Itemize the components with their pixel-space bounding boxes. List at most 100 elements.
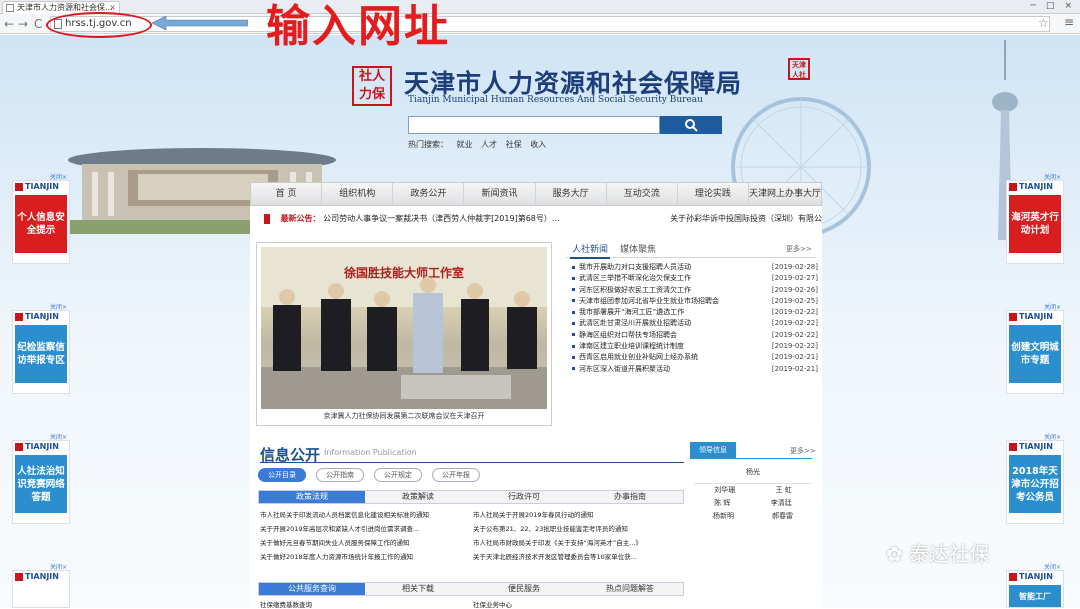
- back-icon[interactable]: ←: [4, 16, 14, 32]
- leader-name[interactable]: 王 虹: [776, 484, 792, 497]
- nav-online-service[interactable]: 天津网上办事大厅: [749, 183, 821, 205]
- tab-public-service-query[interactable]: 公共服务查询: [259, 583, 365, 595]
- list-item[interactable]: 津南区建立职业培训课程统计制度 [2019-02-22]: [572, 341, 818, 352]
- nav-theory[interactable]: 理论实践: [678, 183, 749, 205]
- ad-brand: TIANJIN: [1007, 571, 1063, 583]
- hot-search-term[interactable]: 就业: [457, 140, 473, 149]
- tab-admin-license[interactable]: 行政许可: [471, 491, 577, 503]
- maximize-icon[interactable]: □: [1046, 0, 1055, 13]
- nav-organization[interactable]: 组织机构: [322, 183, 394, 205]
- side-ad-civil-servant[interactable]: 关闭× TIANJIN 2018年天津市公开招考公务员: [1006, 434, 1064, 524]
- site-search-input[interactable]: [408, 116, 660, 134]
- hot-search-term[interactable]: 社保: [506, 140, 522, 149]
- list-item[interactable]: 武清区赴甘肃泾川开展就业招聘活动 [2019-02-22]: [572, 318, 818, 329]
- list-item[interactable]: 武清区三举措不断深化治欠保支工作 [2019-02-27]: [572, 273, 818, 284]
- tab-downloads[interactable]: 相关下载: [365, 583, 471, 595]
- bureau-seal-logo: 社人 力保: [352, 66, 392, 106]
- side-ad-4[interactable]: 关闭× TIANJIN: [12, 564, 70, 608]
- hot-search-label: 热门搜索：: [408, 140, 448, 149]
- pill-annual-report[interactable]: 公开年报: [432, 468, 480, 482]
- list-item[interactable]: 关于天津北辰经济技术开发区管理委员会等10家单位获...: [473, 550, 686, 564]
- news-photo[interactable]: 徐国胜技能大师工作室: [261, 247, 547, 409]
- reload-icon[interactable]: C: [34, 16, 42, 32]
- close-ad-link[interactable]: 关闭×: [1044, 302, 1061, 311]
- leaders-divider: [690, 458, 812, 459]
- side-ad-personal-info[interactable]: 关闭× TIANJIN 个人信息安全提示: [12, 174, 70, 264]
- pill-rules[interactable]: 公开规定: [374, 468, 422, 482]
- nav-home[interactable]: 首 页: [251, 183, 323, 205]
- ad-brand: TIANJIN: [13, 571, 69, 583]
- page-favicon-icon: [6, 4, 14, 12]
- leader-name[interactable]: 杨光: [694, 464, 812, 484]
- tab-convenience-service[interactable]: 便民服务: [471, 583, 577, 595]
- side-ad-law-quiz[interactable]: 关闭× TIANJIN 人社法治知识竞赛网络答题: [12, 434, 70, 524]
- close-ad-link[interactable]: 关闭×: [1044, 562, 1061, 571]
- list-item[interactable]: 河东区深入街道开展积聚活动 [2019-02-21]: [572, 364, 818, 375]
- list-item[interactable]: 关于做好2018年度人力资源市场统计年报工作的通知: [260, 550, 473, 564]
- close-ad-link[interactable]: 关闭×: [50, 172, 67, 181]
- list-item[interactable]: 关于公布第21、22、23批职业技能鉴定考评员的通知: [473, 522, 686, 536]
- nav-interaction[interactable]: 互动交流: [607, 183, 678, 205]
- tab-service-guide[interactable]: 办事指南: [577, 491, 683, 503]
- pointer-arrow-icon: [152, 16, 248, 30]
- tab-hot-questions[interactable]: 热点问题解答: [577, 583, 683, 595]
- leader-name[interactable]: 刘华珊: [714, 484, 735, 497]
- tab-hr-news[interactable]: 人社新闻: [570, 242, 611, 259]
- leader-name[interactable]: 杨新明: [713, 510, 734, 523]
- leaders-list: 杨光 刘华珊 王 虹 陈 辉 李清廷 杨新明 郝春雷: [694, 464, 812, 523]
- forward-icon[interactable]: →: [18, 16, 28, 32]
- nav-service-hall[interactable]: 服务大厅: [536, 183, 607, 205]
- list-item[interactable]: 关于开展2019年高层次和紧缺人才引进岗位需求调查...: [260, 522, 473, 536]
- side-ad-civilized-city[interactable]: 关闭× TIANJIN 创建文明城市专题: [1006, 304, 1064, 394]
- leaders-more-link[interactable]: 更多>>: [790, 446, 816, 456]
- bookmark-star-icon[interactable]: ☆: [1038, 16, 1049, 30]
- meeting-photo: 徐国胜技能大师工作室: [261, 247, 547, 409]
- ad-text: 智能工厂: [1009, 585, 1061, 607]
- close-ad-link[interactable]: 关闭×: [50, 432, 67, 441]
- wechat-watermark: ✿ 泰达社保: [886, 542, 990, 566]
- hot-search-term[interactable]: 收入: [530, 140, 546, 149]
- list-item[interactable]: 天津市组团参加河北省毕业生就业市场招聘会 [2019-02-25]: [572, 296, 818, 307]
- notice-flag-icon: [264, 213, 270, 224]
- minimize-icon[interactable]: ─: [1031, 0, 1036, 13]
- window-close-icon[interactable]: ×: [1064, 0, 1072, 13]
- browser-menu-icon[interactable]: ≡: [1064, 15, 1074, 29]
- close-ad-link[interactable]: 关闭×: [1044, 432, 1061, 441]
- tab-policies[interactable]: 政策法规: [259, 491, 365, 503]
- notice-text[interactable]: 公司劳动人事争议一案裁决书（津西劳人仲裁字[2019]第68号）...: [323, 214, 559, 223]
- photo-banner: 徐国胜技能大师工作室: [343, 265, 464, 280]
- nav-gov-affairs[interactable]: 政务公开: [393, 183, 465, 205]
- side-ad-discipline[interactable]: 关闭× TIANJIN 纪检监察信访举报专区: [12, 304, 70, 394]
- leaders-tab[interactable]: 领导信息: [690, 442, 736, 458]
- hot-search: 热门搜索： 就业 人才 社保 收入: [408, 139, 552, 150]
- close-ad-link[interactable]: 关闭×: [50, 562, 67, 571]
- list-item[interactable]: 西青区启用就业创业补贴网上经办系统 [2019-02-21]: [572, 352, 818, 363]
- tab-policy-interpretation[interactable]: 政策解读: [365, 491, 471, 503]
- pill-guide[interactable]: 公开指南: [316, 468, 364, 482]
- leader-name[interactable]: 李清廷: [771, 497, 792, 510]
- pill-catalog[interactable]: 公开目录: [258, 468, 306, 482]
- leader-name[interactable]: 陈 辉: [714, 497, 730, 510]
- news-more-link[interactable]: 更多>>: [786, 244, 812, 254]
- close-ad-link[interactable]: 关闭×: [1044, 172, 1061, 181]
- news-photo-box: 徐国胜技能大师工作室 京津冀人力社保协同发展第二次联席会议在天津召开: [256, 242, 552, 426]
- list-item[interactable]: 我市部署展开“海河工匠”遴选工作 [2019-02-22]: [572, 307, 818, 318]
- list-item[interactable]: 河东区积极做好农民工工资清欠工作 [2019-02-26]: [572, 285, 818, 296]
- list-item[interactable]: 市人社局市财政局关于印发《关于支持“海河英才”自主...》: [473, 536, 686, 550]
- leader-name[interactable]: 郝春雷: [772, 510, 793, 523]
- tab-media-focus[interactable]: 媒体聚焦: [620, 242, 656, 255]
- ad-brand: TIANJIN: [1007, 181, 1063, 193]
- list-item[interactable]: 静海区组织对口帮扶专场招聘会 [2019-02-22]: [572, 330, 818, 341]
- hot-search-term[interactable]: 人才: [481, 140, 497, 149]
- side-ad-haihe-talent[interactable]: 关闭× TIANJIN 海河英才行动计划: [1006, 174, 1064, 264]
- list-item[interactable]: 市人社局关于开展2019年春风行动的通知: [473, 508, 686, 522]
- list-item[interactable]: 我市开展助力对口支援招聘人员活动 [2019-02-28]: [572, 262, 818, 273]
- notice-text-2[interactable]: 关于孙彩华诉中投国际投资（深圳）有限公: [670, 214, 822, 223]
- search-button[interactable]: [660, 116, 722, 134]
- close-ad-link[interactable]: 关闭×: [50, 302, 67, 311]
- nav-news[interactable]: 新闻资讯: [464, 183, 536, 205]
- list-item[interactable]: 关于做好元旦春节期间失业人员服务保障工作的通知: [260, 536, 473, 550]
- list-item[interactable]: 市人社局关于印发流动人员档案信息化建设相关标准的通知: [260, 508, 473, 522]
- side-ad-smart-factory[interactable]: 关闭× TIANJIN 智能工厂: [1006, 564, 1064, 608]
- notice-bar: 最新公告： 公司劳动人事争议一案裁决书（津西劳人仲裁字[2019]第68号）..…: [250, 206, 822, 232]
